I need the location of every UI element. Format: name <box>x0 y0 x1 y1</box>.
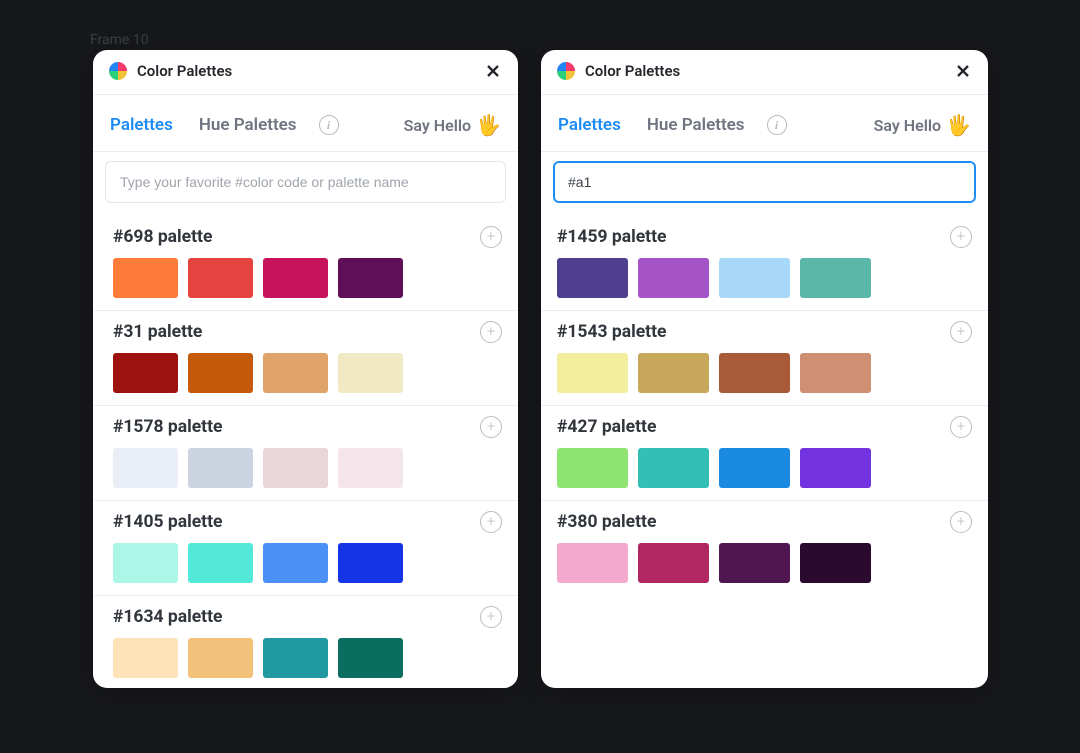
info-icon[interactable]: i <box>319 115 339 135</box>
color-swatch[interactable] <box>719 258 790 298</box>
color-swatch[interactable] <box>263 638 328 678</box>
color-swatch[interactable] <box>638 353 709 393</box>
palette-item: #1543 palette <box>541 310 988 405</box>
add-palette-icon[interactable] <box>950 511 972 533</box>
app-logo-icon <box>109 62 127 80</box>
add-palette-icon[interactable] <box>950 321 972 343</box>
color-swatch[interactable] <box>557 448 628 488</box>
tab-palettes[interactable]: Palettes <box>110 115 173 135</box>
palette-name: #1459 palette <box>557 227 666 247</box>
color-swatch[interactable] <box>263 258 328 298</box>
search-input[interactable] <box>553 161 976 203</box>
palette-item: #1634 palette <box>93 595 518 688</box>
add-palette-icon[interactable] <box>950 226 972 248</box>
color-swatch[interactable] <box>188 258 253 298</box>
color-swatch[interactable] <box>263 353 328 393</box>
color-swatch[interactable] <box>719 448 790 488</box>
palette-name: #1543 palette <box>557 322 666 342</box>
add-palette-icon[interactable] <box>480 511 502 533</box>
color-swatch[interactable] <box>638 258 709 298</box>
color-palettes-panel: Color Palettes Palettes Hue Palettes i S… <box>93 50 518 688</box>
palette-item: #1578 palette <box>93 405 518 500</box>
wave-icon: 🖐 <box>946 113 971 137</box>
tab-palettes[interactable]: Palettes <box>558 115 621 135</box>
color-swatch[interactable] <box>338 448 403 488</box>
wave-icon: 🖐 <box>476 113 501 137</box>
close-icon[interactable] <box>484 62 502 80</box>
palette-name: #698 palette <box>113 227 212 247</box>
color-swatch[interactable] <box>113 258 178 298</box>
color-swatch[interactable] <box>338 638 403 678</box>
say-hello-link[interactable]: Say Hello 🖐 <box>404 113 501 137</box>
color-swatch[interactable] <box>638 543 709 583</box>
color-swatch[interactable] <box>800 543 871 583</box>
palette-item: #31 palette <box>93 310 518 405</box>
say-hello-label: Say Hello <box>874 116 941 135</box>
color-swatch[interactable] <box>800 448 871 488</box>
frame-label: Frame 10 <box>90 32 149 48</box>
color-swatch[interactable] <box>113 353 178 393</box>
say-hello-label: Say Hello <box>404 116 471 135</box>
color-swatch[interactable] <box>557 258 628 298</box>
color-swatch[interactable] <box>188 448 253 488</box>
color-swatch[interactable] <box>188 543 253 583</box>
color-palettes-panel: Color Palettes Palettes Hue Palettes i S… <box>541 50 988 688</box>
panel-title: Color Palettes <box>585 62 954 80</box>
search-input[interactable] <box>105 161 506 203</box>
color-swatch[interactable] <box>557 543 628 583</box>
palette-item: #698 palette <box>93 216 518 310</box>
add-palette-icon[interactable] <box>480 416 502 438</box>
palette-name: #1578 palette <box>113 417 222 437</box>
tab-hue-palettes[interactable]: Hue Palettes <box>647 115 745 135</box>
color-swatch[interactable] <box>800 353 871 393</box>
panel-title: Color Palettes <box>137 62 484 80</box>
add-palette-icon[interactable] <box>950 416 972 438</box>
color-swatch[interactable] <box>113 638 178 678</box>
palette-name: #1405 palette <box>113 512 222 532</box>
palette-item: #1405 palette <box>93 500 518 595</box>
color-swatch[interactable] <box>338 258 403 298</box>
color-swatch[interactable] <box>800 258 871 298</box>
palette-item: #1459 palette <box>541 216 988 310</box>
tab-hue-palettes[interactable]: Hue Palettes <box>199 115 297 135</box>
color-swatch[interactable] <box>113 543 178 583</box>
color-swatch[interactable] <box>338 353 403 393</box>
add-palette-icon[interactable] <box>480 606 502 628</box>
color-swatch[interactable] <box>719 353 790 393</box>
palette-name: #1634 palette <box>113 607 222 627</box>
palette-item: #380 palette <box>541 500 988 595</box>
add-palette-icon[interactable] <box>480 226 502 248</box>
close-icon[interactable] <box>954 62 972 80</box>
color-swatch[interactable] <box>188 353 253 393</box>
color-swatch[interactable] <box>113 448 178 488</box>
palette-name: #31 palette <box>113 322 202 342</box>
palette-item: #427 palette <box>541 405 988 500</box>
info-icon[interactable]: i <box>767 115 787 135</box>
palette-name: #380 palette <box>557 512 656 532</box>
say-hello-link[interactable]: Say Hello 🖐 <box>874 113 971 137</box>
color-swatch[interactable] <box>557 353 628 393</box>
color-swatch[interactable] <box>263 543 328 583</box>
add-palette-icon[interactable] <box>480 321 502 343</box>
palette-name: #427 palette <box>557 417 656 437</box>
color-swatch[interactable] <box>338 543 403 583</box>
color-swatch[interactable] <box>263 448 328 488</box>
color-swatch[interactable] <box>638 448 709 488</box>
color-swatch[interactable] <box>719 543 790 583</box>
color-swatch[interactable] <box>188 638 253 678</box>
app-logo-icon <box>557 62 575 80</box>
